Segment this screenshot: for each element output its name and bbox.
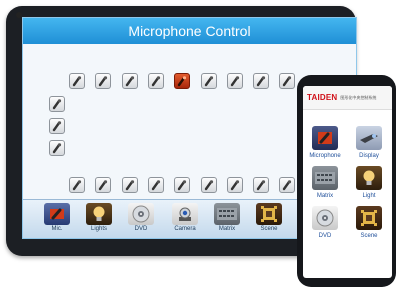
microphone-icon — [52, 121, 62, 132]
microphone-seat[interactable] — [147, 73, 164, 89]
dock-label: DVD — [134, 226, 148, 232]
dock-label: Camera — [174, 226, 196, 232]
microphone-seat[interactable] — [253, 177, 270, 193]
microphone-icon — [151, 76, 160, 87]
scene-icon — [356, 206, 382, 230]
microphone-icon — [230, 180, 239, 191]
microphone-seat[interactable] — [49, 118, 65, 134]
microphone-icon — [151, 180, 160, 191]
brand-subtitle: 图形化中央控制系统 — [340, 95, 377, 100]
microphone-seat[interactable] — [49, 96, 65, 112]
microphone-seat[interactable] — [226, 177, 243, 193]
microphone-icon — [204, 180, 213, 191]
microphone-seat[interactable] — [147, 177, 164, 193]
scene-icon — [256, 203, 282, 225]
phone-screen: TAIDEN 图形化中央控制系统 Microphone Display Matr… — [303, 86, 392, 278]
microphone-seat[interactable] — [69, 73, 85, 89]
microphone-icon — [256, 76, 266, 87]
microphone-seat[interactable] — [200, 73, 217, 89]
dock-label: Scene — [260, 226, 278, 232]
disc-icon — [312, 206, 338, 230]
app-label: DVD — [318, 233, 332, 239]
microphone-icon — [125, 76, 134, 87]
dock-label: Matrix — [218, 226, 236, 232]
microphone-seat[interactable] — [69, 177, 85, 193]
dock-button-camera[interactable]: Camera — [167, 203, 203, 236]
microphone-icon — [44, 203, 70, 225]
dock-button-matrix[interactable]: Matrix — [209, 203, 245, 236]
phone-header: TAIDEN 图形化中央控制系统 — [303, 86, 392, 110]
app-microphone[interactable]: Microphone — [303, 126, 347, 166]
microphone-icon — [177, 180, 187, 191]
microphone-icon — [204, 76, 213, 87]
microphone-seat[interactable] — [174, 177, 191, 193]
dock-button-mic[interactable]: Mic. — [39, 203, 75, 236]
microphone-seat[interactable] — [49, 140, 65, 156]
microphone-icon — [283, 180, 292, 191]
app-label: Display — [359, 153, 379, 159]
projector-icon — [356, 126, 382, 150]
microphone-icon — [52, 143, 62, 154]
microphone-icon — [177, 76, 187, 87]
microphone-icon — [283, 76, 292, 87]
app-display[interactable]: Display — [347, 126, 391, 166]
matrix-icon — [214, 203, 240, 225]
microphone-seat[interactable] — [95, 177, 112, 193]
microphone-seat[interactable] — [226, 73, 243, 89]
microphone-icon — [99, 180, 108, 191]
dock-label: Mic. — [51, 226, 63, 232]
matrix-icon — [312, 166, 338, 190]
microphone-seat[interactable] — [95, 73, 112, 89]
microphone-icon — [125, 180, 134, 191]
app-light[interactable]: Light — [347, 166, 391, 206]
app-matrix[interactable]: Matrix — [303, 166, 347, 206]
brand-logo: TAIDEN — [307, 93, 338, 102]
microphone-icon — [99, 76, 108, 87]
microphone-icon — [72, 180, 82, 191]
microphone-seat[interactable] — [279, 73, 296, 89]
bulb-icon — [356, 166, 382, 190]
dock-label: Lights — [90, 226, 107, 232]
dock-button-scene[interactable]: Scene — [251, 203, 287, 236]
microphone-icon — [256, 180, 266, 191]
dock-button-lights[interactable]: Lights — [81, 203, 117, 236]
microphone-icon — [52, 99, 62, 110]
microphone-active[interactable] — [174, 73, 191, 89]
app-dvd[interactable]: DVD — [303, 206, 347, 246]
microphone-icon — [312, 126, 338, 150]
microphone-icon — [230, 76, 239, 87]
app-label: Light — [362, 193, 376, 199]
app-label: Microphone — [309, 153, 341, 159]
microphone-seat[interactable] — [121, 73, 138, 89]
microphone-seat[interactable] — [200, 177, 217, 193]
disc-icon — [128, 203, 154, 225]
microphone-seat[interactable] — [279, 177, 296, 193]
microphone-seat[interactable] — [253, 73, 270, 89]
camera-icon — [172, 203, 198, 225]
dock-button-dvd[interactable]: DVD — [123, 203, 159, 236]
microphone-icon — [72, 76, 82, 87]
bulb-icon — [86, 203, 112, 225]
app-label: Scene — [360, 233, 378, 239]
page-title: Microphone Control — [23, 18, 356, 45]
app-label: Matrix — [316, 193, 334, 199]
microphone-seat[interactable] — [121, 177, 138, 193]
app-scene[interactable]: Scene — [347, 206, 391, 246]
